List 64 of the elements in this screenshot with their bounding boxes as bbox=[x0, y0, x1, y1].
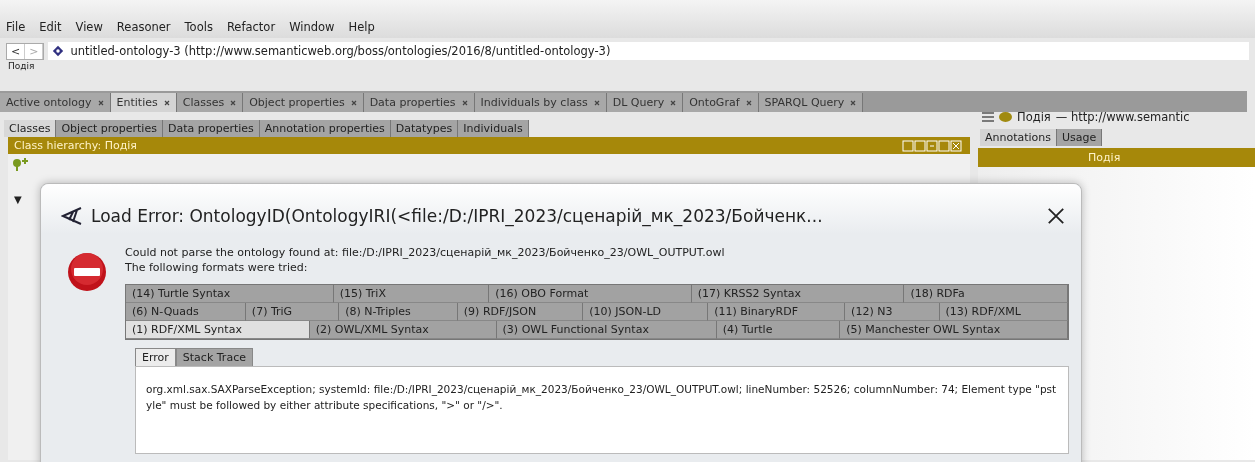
format-tab[interactable]: (4) Turtle bbox=[716, 321, 841, 339]
format-tab[interactable]: (1) RDF/XML Syntax bbox=[126, 321, 310, 339]
close-icon[interactable] bbox=[163, 99, 170, 106]
error-details: org.xml.sax.SAXParseException; systemId: file:/D:/IPRI_2023/сценарій_мк_2023/Бойченко_23/OWL_OUTPUT.owl; lineNumber: 52526; columnNumber: 74; Element type "pstyle" must be followed by either attribute specifications, ">" or "/>". bbox=[146, 383, 1057, 411]
panel-title: Class hierarchy: Подія bbox=[14, 139, 137, 152]
workspace-tab[interactable]: Data properties bbox=[363, 93, 475, 112]
tree-toggle[interactable]: ▼ bbox=[14, 194, 22, 205]
entity-name: Подія bbox=[1017, 110, 1051, 124]
close-icon[interactable] bbox=[1047, 207, 1065, 225]
menu-item[interactable]: Window bbox=[289, 20, 335, 34]
annotation-tab[interactable]: Annotations bbox=[980, 129, 1058, 146]
format-tab[interactable]: (15) TriX bbox=[333, 285, 490, 303]
format-tab[interactable]: (7) TriG bbox=[245, 303, 340, 321]
format-tab[interactable]: (16) OBO Format bbox=[489, 285, 692, 303]
menu-item[interactable]: Refactor bbox=[226, 20, 276, 34]
format-tab[interactable]: (5) Manchester OWL Syntax bbox=[840, 321, 1068, 339]
workspace-tab[interactable]: Entities bbox=[110, 93, 177, 112]
format-tab[interactable]: (17) KRSS2 Syntax bbox=[691, 285, 905, 303]
dialog-title: Load Error: OntologyID(OntologyIRI(<file:/D:/IPRI_2023/сценарій_мк_2023/Бойченк... bbox=[91, 206, 824, 226]
workspace-tab[interactable]: Individuals by class bbox=[474, 93, 607, 112]
format-tab[interactable]: (9) RDF/JSON bbox=[457, 303, 584, 321]
error-message: The following formats were tried: bbox=[125, 261, 309, 274]
workspace-tab[interactable]: Active ontology bbox=[0, 93, 111, 112]
format-tab[interactable]: (6) N-Quads bbox=[126, 303, 246, 321]
error-icon bbox=[67, 252, 107, 292]
error-tab[interactable]: Error bbox=[135, 348, 176, 366]
app-logo-icon bbox=[61, 207, 83, 225]
format-tab[interactable]: (13) RDF/XML bbox=[939, 303, 1068, 321]
add-subclass-icon[interactable] bbox=[12, 158, 28, 172]
entity-tab[interactable]: Object properties bbox=[56, 120, 163, 137]
workspace-tab[interactable]: DL Query bbox=[606, 93, 684, 112]
format-tab[interactable]: (12) N3 bbox=[845, 303, 940, 321]
workspace-tab[interactable]: Object properties bbox=[243, 93, 364, 112]
entity-tab[interactable]: Datatypes bbox=[390, 120, 459, 137]
error-tab[interactable]: Stack Trace bbox=[175, 348, 253, 366]
workspace-tab[interactable]: SPARQL Query bbox=[758, 93, 864, 112]
menu-item[interactable]: Edit bbox=[39, 20, 62, 34]
format-tab[interactable]: (3) OWL Functional Syntax bbox=[496, 321, 717, 339]
annotation-tab[interactable]: Usage bbox=[1057, 129, 1103, 146]
workspace-tab[interactable]: OntoGraf bbox=[683, 93, 759, 112]
breadcrumb[interactable]: Подія bbox=[0, 60, 1255, 91]
entity-tab[interactable]: Individuals bbox=[458, 120, 529, 137]
menu-icon[interactable] bbox=[982, 112, 994, 122]
format-tab[interactable]: (14) Turtle Syntax bbox=[126, 285, 334, 303]
entity-tab[interactable]: Data properties bbox=[162, 120, 260, 137]
menu-item[interactable]: File bbox=[6, 20, 26, 34]
format-tab[interactable]: (11) BinaryRDF bbox=[708, 303, 846, 321]
format-tab[interactable]: (18) RDFa bbox=[904, 285, 1068, 303]
format-tab[interactable]: (2) OWL/XML Syntax bbox=[309, 321, 497, 339]
menu-item[interactable]: Reasoner bbox=[116, 20, 171, 34]
menu-item[interactable]: Help bbox=[348, 20, 375, 34]
entity-iri: — http://www.semantic bbox=[1055, 110, 1190, 124]
error-message: Could not parse the ontology found at: file:/D:/IPRI_2023/сценарій_мк_2023/Бойченко_23/OWL_OUTPUT.owl bbox=[125, 246, 726, 259]
workspace-tab[interactable]: Classes bbox=[176, 93, 244, 112]
ontology-icon bbox=[52, 45, 65, 57]
menu-item[interactable]: Tools bbox=[184, 20, 213, 34]
view-buttons-icon[interactable] bbox=[902, 139, 964, 152]
entity-tab[interactable]: Classes bbox=[4, 120, 57, 137]
format-tab[interactable]: (10) JSON-LD bbox=[583, 303, 709, 321]
entity-tab[interactable]: Annotation properties bbox=[259, 120, 391, 137]
panel-title: Подія bbox=[1088, 151, 1121, 164]
menu-item[interactable]: View bbox=[75, 20, 103, 34]
format-tab[interactable]: (8) N-Triples bbox=[339, 303, 458, 321]
ontology-field[interactable]: untitled-ontology-3 (http://www.semanticweb.org/boss/ontologies/2016/8/untitled-ontology-3) bbox=[48, 42, 1249, 60]
